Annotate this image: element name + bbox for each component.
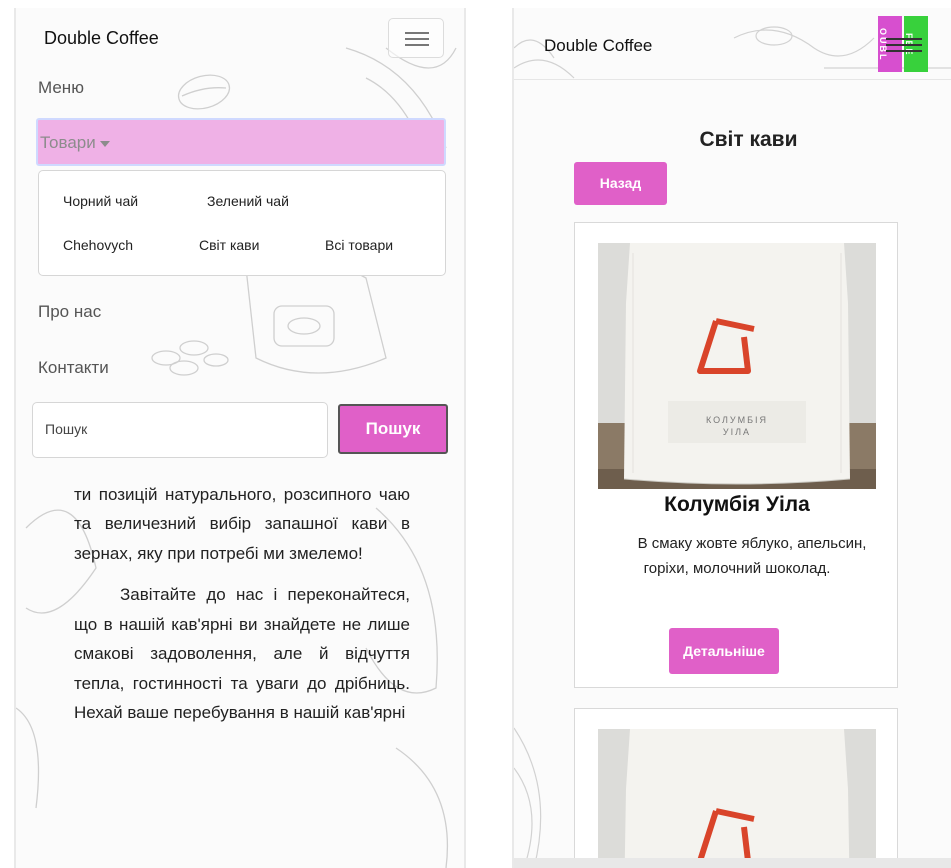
dropdown-item-chehovych[interactable]: Chehovych	[63, 237, 133, 253]
product-description: В смаку жовте яблуко, апельсин, горіхи, …	[637, 535, 867, 577]
hamburger-icon-line	[886, 44, 922, 46]
product-card: КОЛУМБІЯ УІЛА Колумбія Уіла В смаку жовт…	[574, 222, 898, 688]
intro-paragraph: чаю. У нас ви зможете знайти більше 50-т…	[74, 470, 410, 563]
search-button[interactable]: Пошук	[338, 404, 448, 454]
product-image[interactable]: КОЛУМБІЯ УІЛА	[598, 243, 876, 489]
navbar-toggler-button[interactable]	[388, 18, 444, 58]
horizontal-scrollbar[interactable]	[514, 858, 951, 868]
product-name[interactable]: Колумбія Уіла	[575, 493, 899, 517]
dropdown-item-green-tea[interactable]: Зелений чай	[207, 193, 289, 209]
package-label: КОЛУМБІЯ	[705, 415, 769, 425]
brand-logo-text[interactable]: Double Coffee	[44, 28, 159, 49]
back-button[interactable]: Назад	[574, 162, 667, 205]
product-list-view: Double Coffee OUBL FEE Світ кави Назад	[512, 8, 951, 868]
search-input[interactable]: Пошук	[32, 402, 328, 458]
hamburger-icon-line	[405, 44, 429, 46]
dropdown-item-coffee-world[interactable]: Світ кави	[199, 237, 259, 253]
mobile-menu-view: Double Coffee Меню Товари Чорний чай Зел…	[14, 8, 466, 868]
products-dropdown-menu: Чорний чай Зелений чай Chehovych Світ ка…	[38, 170, 446, 276]
nav-link-contacts[interactable]: Контакти	[38, 358, 109, 378]
intro-text: чаю. У нас ви зможете знайти більше 50-т…	[74, 470, 410, 868]
nav-dropdown-products-label: Товари	[40, 133, 96, 152]
details-button[interactable]: Детальніше	[669, 628, 779, 674]
hamburger-icon	[886, 38, 922, 40]
double-coffee-logo-toggler[interactable]: OUBL FEE	[878, 16, 930, 72]
package-label: УІЛА	[722, 427, 752, 437]
product-card	[574, 708, 898, 868]
intro-paragraph: Завітайте до нас і переконайтеся, що в н…	[74, 585, 410, 722]
dropdown-item-all-products[interactable]: Всі товари	[325, 237, 393, 253]
nav-link-menu[interactable]: Меню	[38, 78, 84, 98]
caret-down-icon	[99, 140, 110, 147]
hamburger-icon-line	[886, 50, 922, 52]
hamburger-icon-line	[405, 38, 429, 40]
nav-dropdown-products[interactable]: Товари	[36, 118, 446, 166]
hamburger-icon	[405, 32, 429, 34]
nav-link-about[interactable]: Про нас	[38, 302, 101, 322]
dropdown-item-black-tea[interactable]: Чорний чай	[63, 193, 138, 209]
brand-logo-text[interactable]: Double Coffee	[544, 36, 652, 56]
page-title: Світ кави	[699, 128, 798, 151]
product-image[interactable]	[598, 729, 876, 868]
